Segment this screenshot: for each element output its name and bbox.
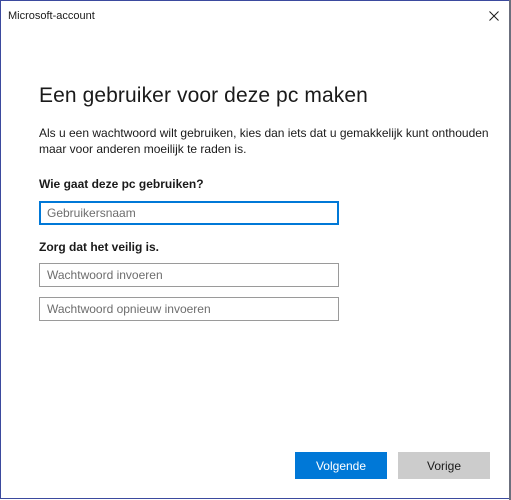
back-button[interactable]: Vorige — [398, 452, 490, 479]
username-input[interactable] — [39, 201, 339, 225]
close-button[interactable] — [479, 1, 509, 31]
close-icon — [489, 11, 499, 21]
dialog-window: Microsoft-account Een gebruiker voor dez… — [0, 0, 510, 499]
who-label: Wie gaat deze pc gebruiken? — [39, 177, 204, 191]
page-title: Een gebruiker voor deze pc maken — [39, 84, 368, 107]
title-bar: Microsoft-account — [1, 1, 509, 31]
next-button[interactable]: Volgende — [295, 452, 387, 479]
password-input[interactable] — [39, 263, 339, 287]
instruction-text: Als u een wachtwoord wilt gebruiken, kie… — [39, 126, 489, 156]
password-confirm-input[interactable] — [39, 297, 339, 321]
security-label: Zorg dat het veilig is. — [39, 240, 160, 254]
window-title: Microsoft-account — [8, 10, 95, 22]
